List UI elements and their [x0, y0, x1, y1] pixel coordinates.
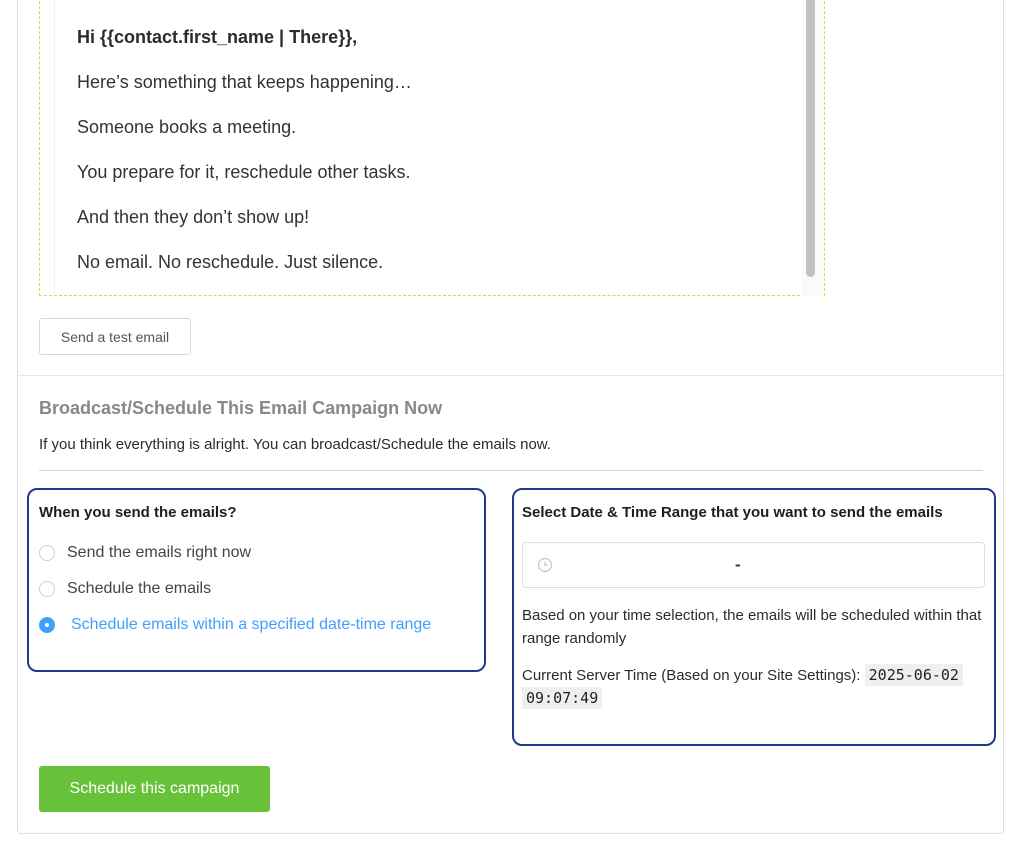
server-time-date: 2025-06-02 — [864, 664, 963, 686]
radio-label: Schedule emails within a specified date-… — [71, 616, 432, 633]
radio-schedule-range[interactable]: Schedule emails within a specified date-… — [39, 616, 431, 634]
radio-schedule[interactable]: Schedule the emails — [39, 580, 211, 598]
send-test-email-button[interactable]: Send a test email — [39, 318, 191, 355]
server-time: Current Server Time (Based on your Site … — [522, 664, 988, 710]
email-line: You prepare for it, reschedule other tas… — [77, 162, 411, 182]
radio-button[interactable] — [39, 581, 55, 597]
divider — [39, 470, 983, 471]
broadcast-description: If you think everything is alright. You … — [39, 436, 551, 453]
email-line: No email. No reschedule. Just silence. — [77, 252, 384, 272]
send-options-heading: When you send the emails? — [39, 504, 237, 521]
email-line: Here’s something that keeps happening… — [77, 72, 412, 92]
email-preview: Hi {{contact.first_name | There}}, Here’… — [39, 0, 825, 297]
scrollbar-thumb[interactable] — [806, 0, 815, 277]
radio-label: Schedule the emails — [67, 580, 212, 597]
section-divider — [18, 375, 1003, 376]
radio-button[interactable] — [39, 545, 55, 561]
clock-icon — [537, 557, 553, 573]
server-time-time: 09:07:49 — [522, 687, 603, 709]
email-body: Hi {{contact.first_name | There}}, Here’… — [54, 0, 806, 293]
email-greeting: Hi {{contact.first_name | There}}, — [77, 27, 358, 47]
date-time-range-picker[interactable]: - — [522, 542, 985, 588]
date-range-heading: Select Date & Time Range that you want t… — [522, 504, 943, 521]
radio-label: Send the emails right now — [67, 544, 252, 561]
broadcast-title: Broadcast/Schedule This Email Campaign N… — [39, 398, 443, 418]
radio-send-now[interactable]: Send the emails right now — [39, 544, 251, 562]
schedule-campaign-button[interactable]: Schedule this campaign — [39, 766, 270, 812]
email-line: And then they don’t show up! — [77, 207, 310, 227]
range-separator: - — [735, 555, 741, 574]
email-line: Someone books a meeting. — [77, 117, 297, 137]
server-time-label: Current Server Time (Based on your Site … — [522, 667, 861, 684]
schedule-note: Based on your time selection, the emails… — [522, 607, 982, 647]
radio-button-selected[interactable] — [39, 617, 55, 633]
